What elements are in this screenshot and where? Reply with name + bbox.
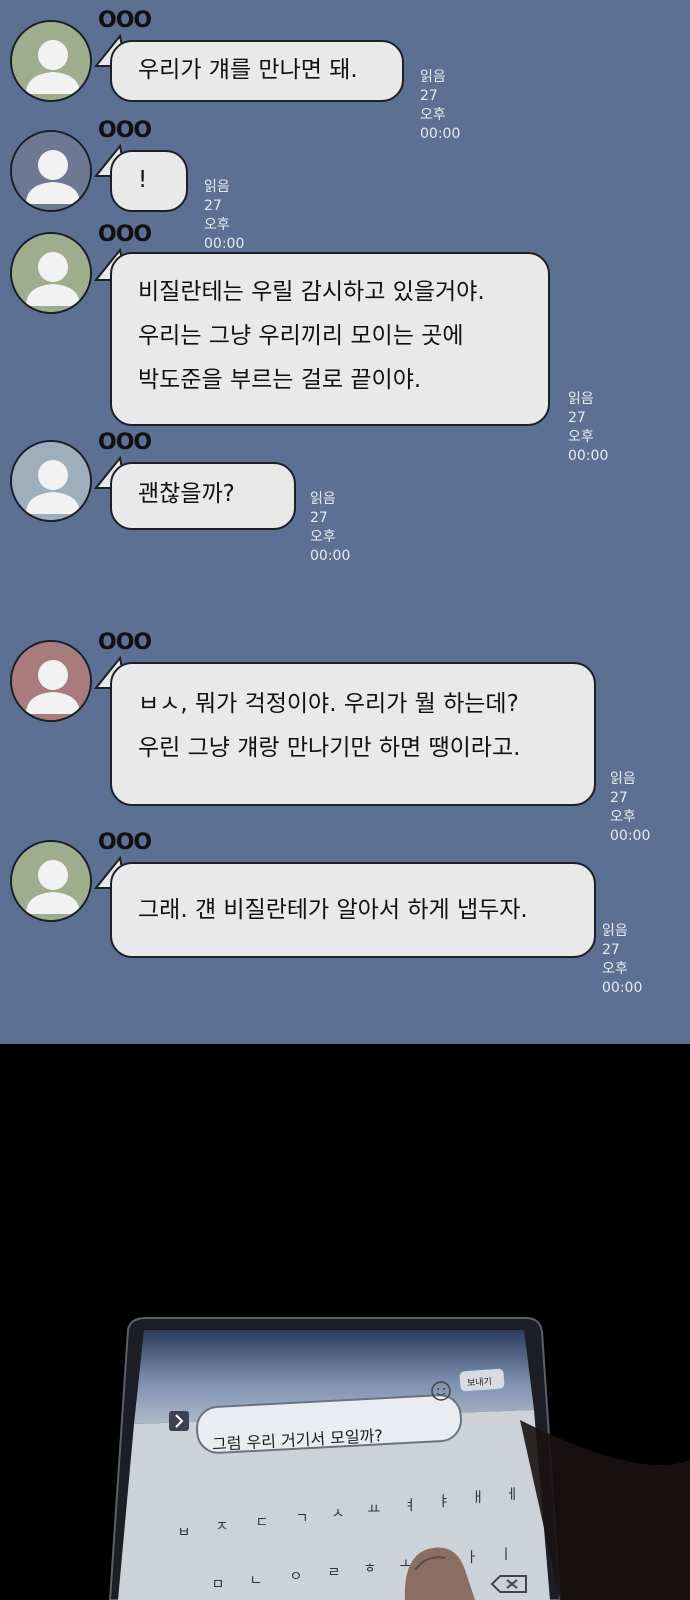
keyboard-key[interactable]: ㄴ [244, 1570, 268, 1590]
read-count: 읽음27 [602, 923, 628, 958]
keyboard-key[interactable]: ㅛ [362, 1499, 386, 1519]
keyboard-key[interactable]: ㅑ [432, 1491, 456, 1511]
expand-icon[interactable] [168, 1410, 190, 1432]
message-bubble: 비질란테는 우릴 감시하고 있을거야. 우리는 그냥 우리끼리 모이는 곳에 박… [110, 252, 550, 426]
keyboard-key[interactable]: ㅕ [398, 1495, 422, 1515]
message-bubble: ㅂㅅ, 뭐가 걱정이야. 우리가 뭘 하는데? 우린 그냥 걔랑 만나기만 하면… [110, 662, 596, 806]
message-bubble: 괜찮을까? [110, 462, 296, 530]
emoji-icon[interactable] [430, 1380, 452, 1402]
keyboard-key[interactable]: ㅐ [466, 1487, 490, 1507]
read-count: 읽음27 [420, 69, 446, 104]
avatar [10, 232, 92, 314]
timestamp: 오후00:00 [602, 961, 643, 996]
message-meta: 읽음27 오후00:00 [310, 490, 350, 566]
avatar [10, 840, 92, 922]
avatar [10, 440, 92, 522]
backspace-icon[interactable] [490, 1572, 530, 1596]
message-meta: 읽음27 오후00:00 [568, 390, 608, 466]
timestamp: 오후00:00 [420, 107, 461, 142]
message-meta: 읽음27 오후00:00 [602, 922, 642, 998]
thumb-illustration [404, 1547, 475, 1600]
timestamp: 오후00:00 [310, 529, 351, 564]
timestamp: 오후00:00 [610, 809, 651, 844]
avatar [10, 20, 92, 102]
message-bubble: ! [110, 150, 188, 212]
read-count: 읽음27 [568, 391, 594, 426]
keyboard-key[interactable]: ㅂ [172, 1522, 196, 1542]
keyboard-key[interactable]: ㅅ [326, 1503, 350, 1523]
message-meta: 읽음27 오후00:00 [610, 770, 650, 846]
keyboard-key[interactable]: ㅈ [210, 1516, 234, 1536]
timestamp: 오후00:00 [204, 217, 245, 252]
read-count: 읽음27 [204, 179, 230, 214]
message-meta: 읽음27 오후00:00 [204, 178, 244, 254]
keyboard-key[interactable]: ㅣ [494, 1544, 518, 1564]
message-bubble: 우리가 걔를 만나면 돼. [110, 40, 404, 102]
keyboard-key[interactable]: ㄱ [290, 1508, 314, 1528]
keyboard-key[interactable]: ㄷ [250, 1512, 274, 1532]
message-meta: 읽음27 오후00:00 [420, 68, 460, 144]
read-count: 읽음27 [610, 771, 636, 806]
read-count: 읽음27 [310, 491, 336, 526]
keyboard-key[interactable]: ㄹ [322, 1562, 346, 1582]
avatar [10, 130, 92, 212]
avatar [10, 640, 92, 722]
timestamp: 오후00:00 [568, 429, 609, 464]
keyboard-key[interactable]: ㅁ [206, 1574, 230, 1594]
keyboard-key[interactable]: ㅎ [358, 1558, 382, 1578]
send-button-label[interactable]: 보내기 [467, 1374, 492, 1389]
message-bubble: 그래. 걘 비질란테가 알아서 하게 냅두자. [110, 862, 596, 958]
keyboard-key[interactable]: ㅇ [284, 1566, 308, 1586]
keyboard-key[interactable]: ㅔ [500, 1484, 524, 1504]
